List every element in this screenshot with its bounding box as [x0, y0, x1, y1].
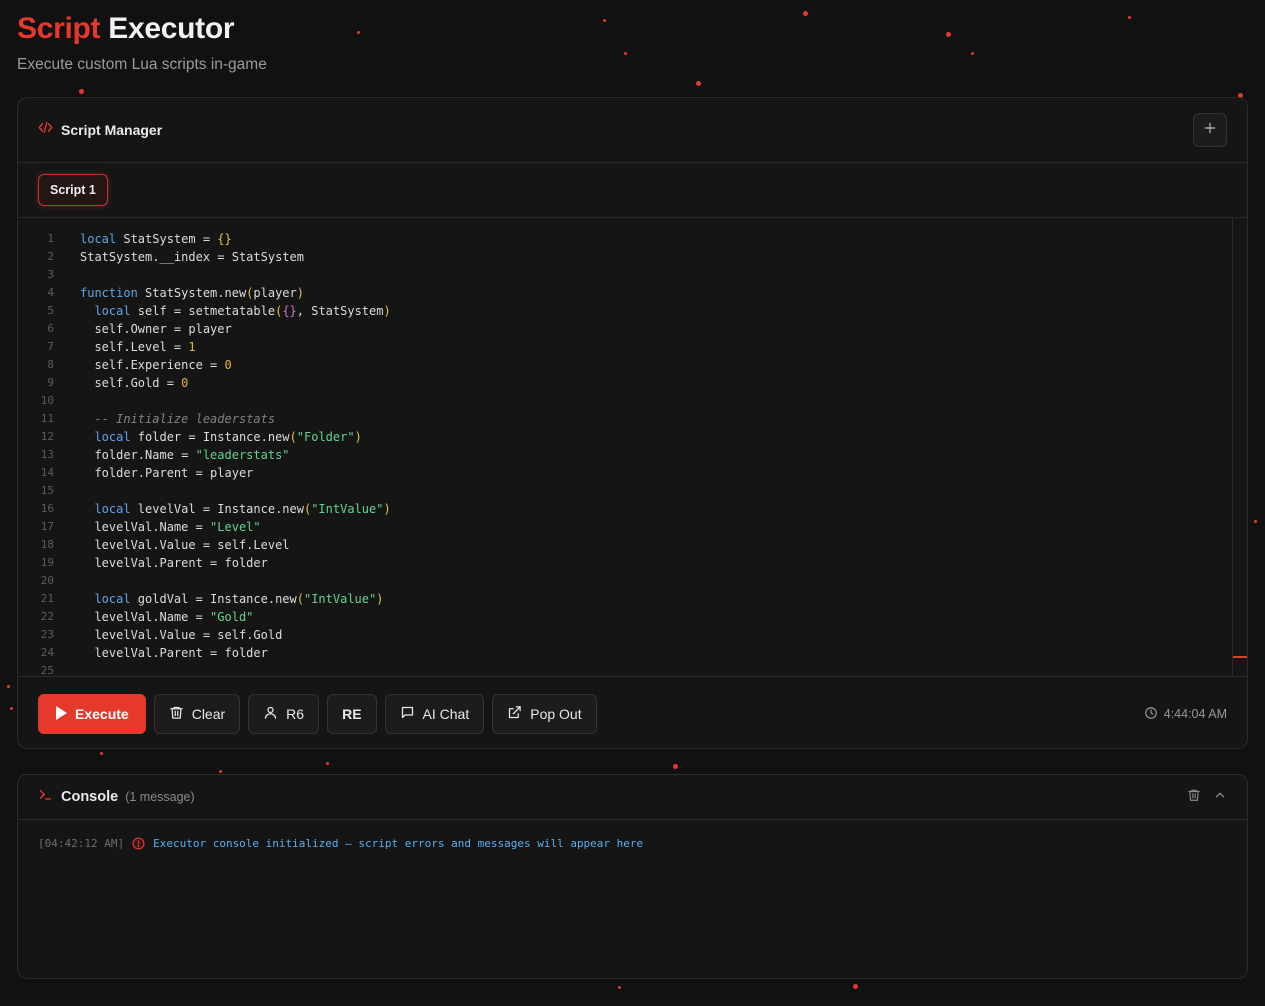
code-line: 15	[40, 484, 54, 497]
code-line: 8 self.Experience = 0	[47, 358, 232, 372]
code-line: 17 levelVal.Name = "Level"	[40, 520, 261, 534]
chevron-up-icon[interactable]	[1213, 788, 1227, 807]
particle-dot	[1254, 520, 1257, 523]
particle-dot	[618, 986, 621, 989]
particle-dot	[603, 19, 606, 22]
particle-dot	[1128, 16, 1131, 19]
particle-dot	[219, 770, 222, 773]
code-line: 13 folder.Name = "leaderstats"	[40, 448, 290, 462]
particle-dot	[7, 685, 10, 688]
particle-dot	[79, 89, 84, 94]
action-toolbar: Execute Clear R6 RE AI Chat Pop Out 4:44…	[18, 677, 1247, 748]
ai-chat-label: AI Chat	[422, 706, 470, 722]
title-rest: Executor	[100, 12, 235, 45]
code-line: 16 local levelVal = Instance.new("IntVal…	[40, 502, 391, 516]
code-line: 14 folder.Parent = player	[40, 466, 254, 480]
chat-icon	[400, 705, 415, 723]
code-line: 19 levelVal.Parent = folder	[40, 556, 268, 570]
code-line: 10	[40, 394, 54, 407]
code-line: 9 self.Gold = 0	[47, 376, 189, 390]
script-manager-panel: Script Manager Script 1 1 local StatSyste…	[17, 97, 1248, 749]
page-header: Script Executor Execute custom Lua scrip…	[17, 12, 267, 74]
script-manager-header: Script Manager	[18, 98, 1247, 163]
particle-dot	[326, 762, 329, 765]
ai-chat-button[interactable]: AI Chat	[384, 694, 485, 734]
page-title: Script Executor	[17, 12, 267, 46]
add-script-button[interactable]	[1193, 113, 1227, 147]
external-link-icon	[507, 705, 522, 723]
plus-icon	[1203, 121, 1217, 140]
code-line: 2 StatSystem.__index = StatSystem	[47, 250, 304, 264]
particle-dot	[100, 752, 103, 755]
page-subtitle: Execute custom Lua scripts in-game	[17, 56, 267, 73]
code-line: 12 local folder = Instance.new("Folder")	[40, 430, 362, 444]
script-manager-title: Script Manager	[61, 122, 163, 138]
trash-icon[interactable]	[1187, 788, 1201, 807]
clear-button[interactable]: Clear	[153, 694, 241, 734]
code-line: 25	[40, 664, 54, 677]
execute-button[interactable]: Execute	[38, 694, 146, 734]
code-line: 24 levelVal.Parent = folder	[40, 646, 268, 660]
code-line: 22 levelVal.Name = "Gold"	[40, 610, 254, 624]
scrollbar-error-marker	[1233, 656, 1247, 658]
message-text: Executor console initialized — script er…	[153, 837, 644, 850]
code-line: 21 local goldVal = Instance.new("IntValu…	[40, 592, 384, 606]
clear-label: Clear	[191, 706, 226, 722]
particle-dot	[853, 984, 858, 989]
clock-icon	[1144, 706, 1158, 723]
particle-dot	[803, 11, 808, 16]
re-button[interactable]: RE	[327, 694, 377, 734]
pop-out-button[interactable]: Pop Out	[492, 694, 597, 734]
tab-script-1[interactable]: Script 1	[38, 174, 108, 206]
code-editor[interactable]: 1 local StatSystem = {} 2 StatSystem.__ind…	[18, 218, 1247, 677]
particle-dot	[624, 52, 627, 55]
console-panel: Console (1 message) [04:42:12 AM] Execut…	[17, 774, 1248, 979]
particle-dot	[696, 81, 701, 86]
console-message-count: (1 message)	[125, 790, 195, 804]
current-time: 4:44:04 AM	[1163, 707, 1227, 721]
code-line: 4 function StatSystem.new(player)	[47, 286, 304, 300]
code-line: 7 self.Level = 1	[47, 340, 196, 354]
console-message: [04:42:12 AM] Executor console initializ…	[18, 820, 1247, 867]
particle-dot	[357, 31, 360, 34]
editor-scrollbar[interactable]	[1232, 218, 1247, 676]
info-icon	[132, 837, 145, 850]
code-icon	[38, 120, 53, 140]
code-line: 20	[40, 574, 54, 587]
console-header[interactable]: Console (1 message)	[18, 775, 1247, 820]
trash-icon	[169, 705, 184, 723]
message-timestamp: [04:42:12 AM]	[38, 837, 125, 850]
title-accent: Script	[17, 12, 101, 45]
particle-dot	[946, 32, 951, 37]
console-title: Console	[61, 789, 119, 805]
code-line: 23 levelVal.Value = self.Gold	[40, 628, 283, 642]
terminal-icon	[38, 787, 53, 807]
code-line: 11 -- Initialize leaderstats	[40, 412, 276, 426]
particle-dot	[10, 707, 13, 710]
code-line: 6 self.Owner = player	[47, 322, 232, 336]
particle-dot	[971, 52, 974, 55]
pop-out-label: Pop Out	[530, 706, 582, 722]
code-line: 5 local self = setmetatable({}, StatSyst…	[47, 304, 391, 318]
code-line: 3	[47, 268, 54, 281]
script-tabs: Script 1	[18, 163, 1247, 218]
user-icon	[263, 705, 278, 723]
clock: 4:44:04 AM	[1144, 706, 1227, 723]
code-line: 18 levelVal.Value = self.Level	[40, 538, 290, 552]
play-icon	[55, 705, 67, 723]
r6-label: R6	[286, 706, 305, 722]
particle-dot	[673, 764, 678, 769]
execute-label: Execute	[75, 706, 129, 722]
code-line: 1 local StatSystem = {}	[47, 232, 232, 246]
r6-button[interactable]: R6	[248, 694, 320, 734]
